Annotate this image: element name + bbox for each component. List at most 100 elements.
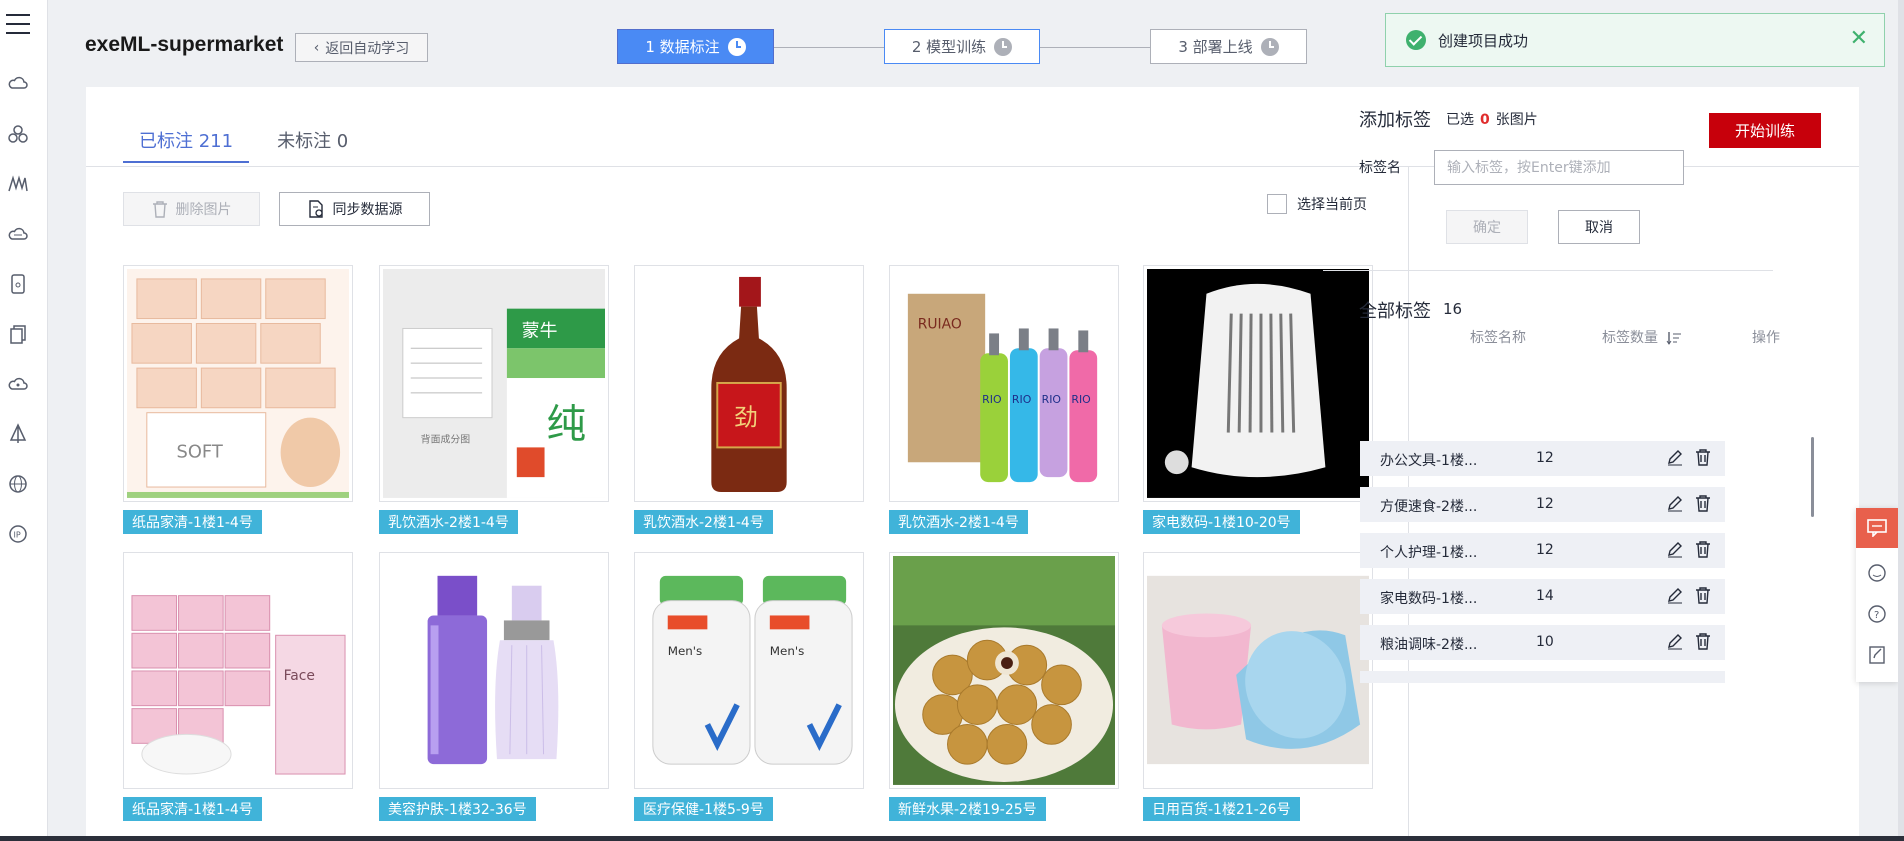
- image-card[interactable]: SOFT: [123, 265, 353, 502]
- success-toast: 创建项目成功 ✕: [1385, 13, 1885, 67]
- select-page-label: 选择当前页: [1297, 197, 1367, 213]
- image-card[interactable]: [1143, 552, 1373, 789]
- step-connector: [774, 47, 884, 48]
- svg-text:RIO: RIO: [1071, 393, 1090, 406]
- label-row[interactable]: 个人护理-1楼... 12: [1360, 533, 1725, 568]
- divider: [1323, 270, 1773, 271]
- web-icon[interactable]: [7, 473, 29, 495]
- label-row-name: 家电数码-1楼...: [1380, 591, 1478, 607]
- sail-icon[interactable]: [7, 423, 29, 445]
- svg-text:RIO: RIO: [982, 393, 1001, 406]
- clock-icon: [994, 37, 1013, 56]
- edit-document-icon[interactable]: [1867, 645, 1887, 665]
- edit-icon[interactable]: [1666, 448, 1684, 466]
- step-label: 2 模型训练: [911, 38, 987, 56]
- chat-icon[interactable]: [1856, 508, 1898, 548]
- svg-text:背面成分图: 背面成分图: [421, 432, 471, 445]
- start-training-button[interactable]: 开始训练: [1709, 113, 1821, 148]
- step-model-training[interactable]: 2 模型训练: [884, 29, 1040, 64]
- all-labels-title: 全部标签: [1359, 301, 1431, 322]
- label-row-name: 粮油调味-2楼...: [1380, 637, 1478, 653]
- taskbar-strip: [0, 836, 1904, 841]
- svg-text:?: ?: [1874, 610, 1879, 621]
- label-row[interactable]: 办公文具-1楼... 12: [1360, 441, 1725, 476]
- image-card[interactable]: Face: [123, 552, 353, 789]
- sort-icon[interactable]: [1666, 331, 1682, 345]
- toast-message: 创建项目成功: [1438, 31, 1529, 50]
- check-circle-icon: [1406, 30, 1426, 50]
- label-name-input[interactable]: [1434, 150, 1684, 185]
- image-card[interactable]: [379, 552, 609, 789]
- selected-prefix: 已选: [1446, 112, 1474, 128]
- tab-labeled[interactable]: 已标注 211: [123, 127, 250, 163]
- step-label: 1 数据标注: [645, 38, 720, 56]
- label-row-count: 12: [1536, 542, 1554, 558]
- cloud-service-icon[interactable]: [7, 73, 29, 95]
- trash-icon[interactable]: [1694, 540, 1712, 558]
- sync-datasource-button[interactable]: 同步数据源: [279, 192, 430, 226]
- device-icon[interactable]: [7, 273, 29, 295]
- image-card[interactable]: RUIAO RIO RIO RIO RIO: [889, 265, 1119, 502]
- label-row-name: 个人护理-1楼...: [1380, 545, 1478, 561]
- cocktail-image: RUIAO RIO RIO RIO RIO: [893, 269, 1115, 498]
- liquor-image: 劲: [638, 269, 860, 498]
- image-card[interactable]: 背面成分图 蒙牛 纯: [379, 265, 609, 502]
- menu-icon[interactable]: [6, 14, 30, 34]
- label-row-count: 12: [1536, 496, 1554, 512]
- image-tag: 乳饮酒水-2楼1-4号: [634, 510, 773, 534]
- label-row-partial[interactable]: [1360, 671, 1725, 683]
- trash-icon[interactable]: [1694, 448, 1712, 466]
- face-tissue-image: Face: [127, 556, 349, 785]
- delete-images-button[interactable]: 删除图片: [123, 192, 260, 226]
- step-deploy[interactable]: 3 部署上线: [1150, 29, 1307, 64]
- help-icon[interactable]: ?: [1867, 604, 1887, 624]
- trash-icon[interactable]: [1694, 586, 1712, 604]
- cloud-storage-icon[interactable]: [7, 373, 29, 395]
- image-card[interactable]: [889, 552, 1119, 789]
- step-label: 3 部署上线: [1178, 38, 1253, 56]
- copy-icon[interactable]: [7, 323, 29, 345]
- image-tag: 医疗保健-1楼5-9号: [634, 797, 773, 821]
- selected-count: 0: [1480, 112, 1490, 128]
- model-arts-icon[interactable]: [7, 173, 29, 195]
- cancel-button[interactable]: 取消: [1558, 210, 1640, 244]
- column-header-count[interactable]: 标签数量: [1602, 327, 1682, 347]
- skincare-image: [383, 556, 605, 785]
- image-card[interactable]: 劲: [634, 265, 864, 502]
- tab-unlabeled[interactable]: 未标注 0: [261, 127, 364, 163]
- edit-icon[interactable]: [1666, 632, 1684, 650]
- trash-icon[interactable]: [1694, 632, 1712, 650]
- image-card[interactable]: [1143, 265, 1373, 502]
- edit-icon[interactable]: [1666, 586, 1684, 604]
- select-current-page[interactable]: 选择当前页: [1267, 194, 1367, 214]
- edit-icon[interactable]: [1666, 494, 1684, 512]
- column-header-name: 标签名称: [1470, 330, 1526, 346]
- step-data-labeling[interactable]: 1 数据标注: [617, 29, 774, 64]
- feedback-smile-icon[interactable]: [1867, 563, 1887, 583]
- image-tag: 纸品家清-1楼1-4号: [123, 797, 262, 821]
- label-row-count: 10: [1536, 634, 1554, 650]
- database-cloud-icon[interactable]: [7, 223, 29, 245]
- back-to-automl-button[interactable]: ‹ 返回自动学习: [295, 33, 428, 62]
- svg-text:Men's: Men's: [770, 644, 805, 658]
- cluster-icon[interactable]: [7, 123, 29, 145]
- edit-icon[interactable]: [1666, 540, 1684, 558]
- all-labels-count: 16: [1443, 300, 1463, 318]
- confirm-button[interactable]: 确定: [1446, 210, 1528, 244]
- ip-icon[interactable]: IP: [7, 523, 29, 545]
- column-header-count-label: 标签数量: [1602, 330, 1658, 346]
- select-page-checkbox[interactable]: [1267, 194, 1287, 214]
- image-card[interactable]: Men's Men's: [634, 552, 864, 789]
- svg-text:IP: IP: [14, 531, 21, 540]
- milk-image: 背面成分图 蒙牛 纯: [383, 269, 605, 498]
- label-row[interactable]: 粮油调味-2楼... 10: [1360, 625, 1725, 660]
- close-icon[interactable]: ✕: [1850, 28, 1868, 50]
- trash-icon[interactable]: [1694, 494, 1712, 512]
- image-tag: 美容护肤-1楼32-36号: [379, 797, 536, 821]
- svg-text:RIO: RIO: [1042, 393, 1061, 406]
- label-row[interactable]: 家电数码-1楼... 14: [1360, 579, 1725, 614]
- label-row[interactable]: 方便速食-2楼... 12: [1360, 487, 1725, 522]
- image-tag: 乳饮酒水-2楼1-4号: [379, 510, 518, 534]
- label-list-scrollbar[interactable]: [1811, 437, 1814, 517]
- label-row-count: 14: [1536, 588, 1554, 604]
